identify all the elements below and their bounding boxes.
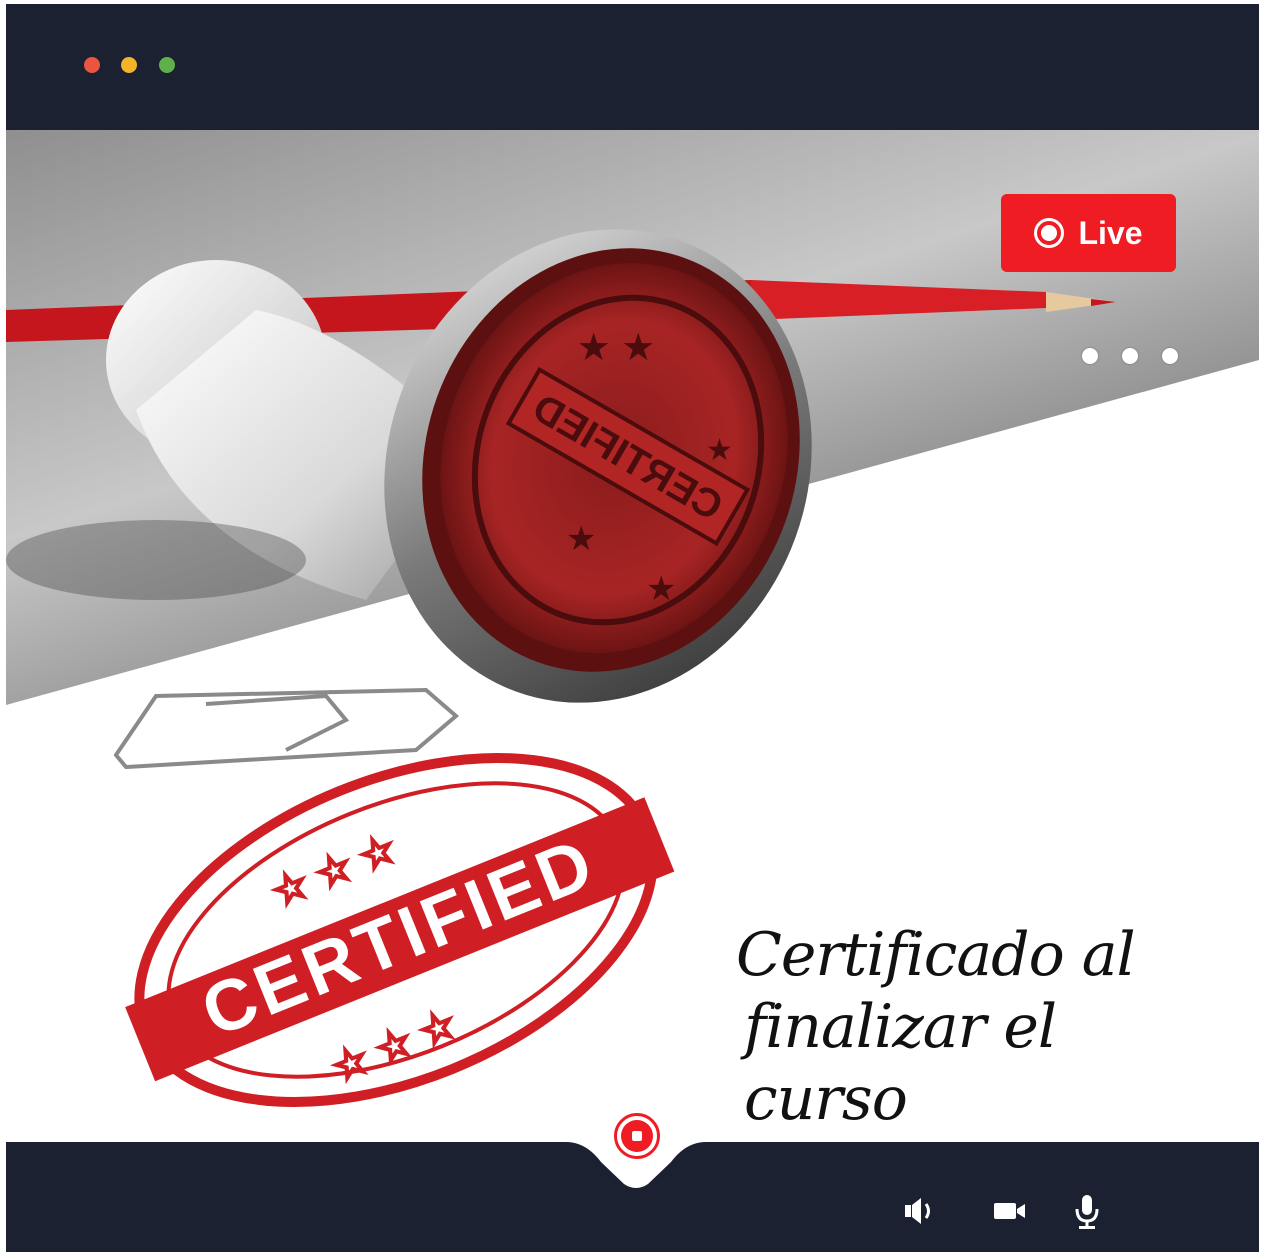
svg-text:★: ★ [646, 570, 676, 608]
microphone-button[interactable] [1067, 1191, 1107, 1231]
live-label: Live [1078, 214, 1143, 251]
caption-line-2: finalizar el curso [744, 992, 1057, 1134]
title-bar [6, 4, 1259, 130]
maximize-window-button[interactable] [159, 57, 175, 73]
course-certificate-caption: Certificado al finalizar el curso [736, 919, 1206, 1135]
record-button[interactable] [610, 1109, 664, 1163]
record-stop-icon [621, 1120, 653, 1152]
speaker-icon [905, 1198, 930, 1224]
camera-button[interactable] [991, 1191, 1031, 1231]
close-window-button[interactable] [84, 57, 100, 73]
video-call-window: CERTIFIED ★ ★ ★ ★ ★ CERTIFIED ☆ ☆ ☆ ☆ ☆ … [6, 4, 1259, 1252]
more-dots-icon [1122, 348, 1138, 364]
video-camera-icon [994, 1203, 1025, 1219]
more-options-button[interactable] [1082, 348, 1182, 368]
more-dots-icon [1162, 348, 1178, 364]
minimize-window-button[interactable] [121, 57, 137, 73]
svg-text:★ ★: ★ ★ [577, 327, 656, 369]
microphone-icon [1075, 1195, 1099, 1229]
speaker-button[interactable] [901, 1191, 941, 1231]
svg-text:★: ★ [566, 520, 596, 558]
live-button[interactable]: Live [1001, 194, 1176, 272]
svg-text:★: ★ [706, 434, 733, 467]
live-record-icon [1034, 218, 1065, 248]
more-dots-icon [1082, 348, 1098, 364]
caption-line-1: Certificado al [736, 920, 1136, 990]
